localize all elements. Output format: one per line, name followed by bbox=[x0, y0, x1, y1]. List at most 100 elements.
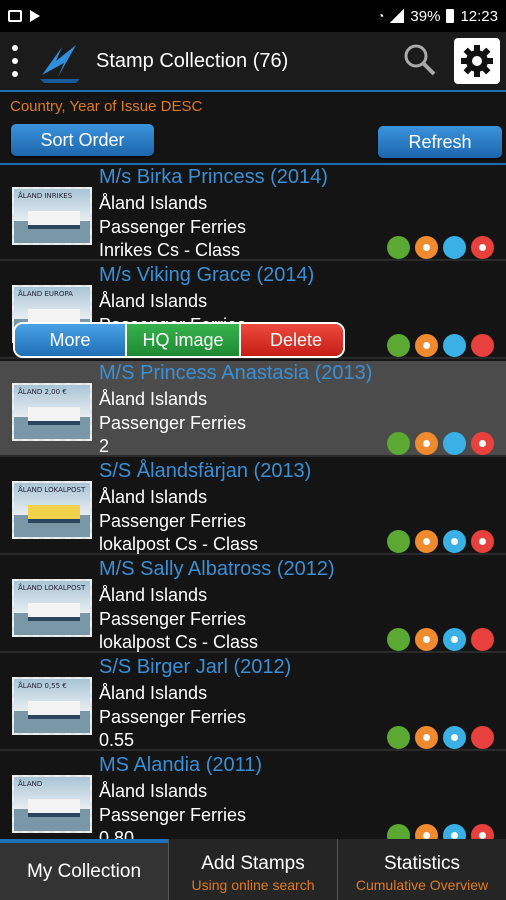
stamp-title: MS Alandia (2011) bbox=[99, 754, 263, 776]
missing-status-icon[interactable] bbox=[471, 628, 494, 651]
stamp-topic: Passenger Ferries bbox=[99, 217, 247, 237]
app-logo bbox=[40, 45, 80, 83]
app-bar: Stamp Collection (76) bbox=[0, 32, 506, 90]
stamp-thumbnail[interactable]: ÅLAND LOKALPOST bbox=[12, 579, 92, 637]
stamp-country: Åland Islands bbox=[99, 487, 208, 507]
status-dots bbox=[387, 334, 494, 357]
tab-subtitle: Using online search bbox=[191, 877, 315, 893]
gear-icon bbox=[461, 45, 493, 77]
sort-description: Country, Year of Issue DESC bbox=[10, 98, 203, 115]
tab-label: Add Stamps bbox=[201, 853, 305, 874]
delete-button[interactable]: Delete bbox=[241, 324, 343, 356]
tab-label: Statistics bbox=[383, 853, 461, 874]
stamp-country: Åland Islands bbox=[99, 193, 208, 213]
missing-status-icon[interactable] bbox=[471, 432, 494, 455]
stamp-topic: Passenger Ferries bbox=[99, 609, 247, 629]
play-store-icon bbox=[30, 10, 40, 22]
duplicate-status-icon[interactable] bbox=[443, 236, 466, 259]
duplicate-status-icon[interactable] bbox=[443, 824, 466, 839]
duplicate-status-icon[interactable] bbox=[443, 432, 466, 455]
stamp-country: Åland Islands bbox=[99, 585, 208, 605]
wanted-status-icon[interactable] bbox=[415, 236, 438, 259]
missing-status-icon[interactable] bbox=[471, 334, 494, 357]
missing-status-icon[interactable] bbox=[471, 236, 494, 259]
hq-image-button[interactable]: HQ image bbox=[125, 324, 241, 356]
stamp-title: M/S Princess Anastasia (2013) bbox=[99, 362, 373, 384]
status-dots bbox=[387, 236, 494, 259]
search-icon[interactable] bbox=[402, 42, 438, 78]
stamp-detail: 2 bbox=[99, 436, 110, 456]
duplicate-status-icon[interactable] bbox=[443, 334, 466, 357]
stamp-country: Åland Islands bbox=[99, 683, 208, 703]
stamp-country: Åland Islands bbox=[99, 291, 208, 311]
more-button[interactable]: More bbox=[15, 324, 125, 356]
clock: 12:23 bbox=[460, 7, 498, 25]
duplicate-status-icon[interactable] bbox=[443, 530, 466, 553]
tab-subtitle: Cumulative Overview bbox=[355, 877, 489, 893]
signal-icon bbox=[390, 9, 405, 23]
stamp-thumbnail[interactable]: ÅLAND 0,55 € bbox=[12, 677, 92, 735]
tab-add-stamps[interactable]: Add Stamps Using online search bbox=[169, 839, 338, 900]
missing-status-icon[interactable] bbox=[471, 530, 494, 553]
stamp-detail: 0.55 bbox=[99, 730, 135, 750]
stamp-detail: lokalpost Cs - Class bbox=[99, 534, 259, 554]
tab-label: My Collection bbox=[26, 861, 142, 882]
stamp-thumbnail[interactable]: ÅLAND 2,00 € bbox=[12, 383, 92, 441]
wanted-status-icon[interactable] bbox=[415, 432, 438, 455]
list-item-selected[interactable]: ÅLAND 2,00 € M/S Princess Anastasia (201… bbox=[0, 361, 506, 457]
wanted-status-icon[interactable] bbox=[415, 824, 438, 839]
status-dots bbox=[387, 726, 494, 749]
status-bar: ◔ 39% 12:23 bbox=[0, 0, 506, 32]
stamp-country: Åland Islands bbox=[99, 781, 208, 801]
battery-percent: 39% bbox=[410, 7, 441, 25]
tab-my-collection[interactable]: My Collection bbox=[0, 839, 169, 900]
stamp-topic: Passenger Ferries bbox=[99, 805, 247, 825]
status-dots bbox=[387, 530, 494, 553]
divider bbox=[0, 90, 506, 92]
stamp-title: M/S Sally Albatross (2012) bbox=[99, 558, 335, 580]
owned-status-icon[interactable] bbox=[387, 334, 410, 357]
stamp-country: Åland Islands bbox=[99, 389, 208, 409]
overflow-menu-icon[interactable] bbox=[8, 42, 22, 80]
owned-status-icon[interactable] bbox=[387, 432, 410, 455]
refresh-button[interactable]: Refresh bbox=[378, 126, 502, 158]
wanted-status-icon[interactable] bbox=[415, 628, 438, 651]
stamp-topic: Passenger Ferries bbox=[99, 511, 247, 531]
list-item[interactable]: ÅLAND INRIKES M/s Birka Princess (2014) … bbox=[0, 165, 506, 261]
stamp-detail: Inrikes Cs - Class bbox=[99, 240, 241, 260]
stamp-list[interactable]: ÅLAND INRIKES M/s Birka Princess (2014) … bbox=[0, 165, 506, 839]
stamp-thumbnail[interactable]: ÅLAND bbox=[12, 775, 92, 833]
list-item[interactable]: ÅLAND 0,55 € S/S Birger Jarl (2012) Ålan… bbox=[0, 655, 506, 751]
wanted-status-icon[interactable] bbox=[415, 726, 438, 749]
wanted-status-icon[interactable] bbox=[415, 334, 438, 357]
stamp-thumbnail[interactable]: ÅLAND LOKALPOST bbox=[12, 481, 92, 539]
list-item[interactable]: ÅLAND MS Alandia (2011) Åland Islands Pa… bbox=[0, 753, 506, 839]
settings-button[interactable] bbox=[454, 38, 500, 84]
owned-status-icon[interactable] bbox=[387, 628, 410, 651]
list-item[interactable]: ÅLAND LOKALPOST M/S Sally Albatross (201… bbox=[0, 557, 506, 653]
stamp-title: S/S Ålandsfärjan (2013) bbox=[99, 460, 312, 482]
stamp-thumbnail[interactable]: ÅLAND INRIKES bbox=[12, 187, 92, 245]
wanted-status-icon[interactable] bbox=[415, 530, 438, 553]
missing-status-icon[interactable] bbox=[471, 726, 494, 749]
owned-status-icon[interactable] bbox=[387, 236, 410, 259]
sort-order-button[interactable]: Sort Order bbox=[11, 124, 154, 156]
stamp-detail: 0.80 bbox=[99, 828, 135, 839]
tab-statistics[interactable]: Statistics Cumulative Overview bbox=[338, 839, 506, 900]
duplicate-status-icon[interactable] bbox=[443, 726, 466, 749]
owned-status-icon[interactable] bbox=[387, 824, 410, 839]
gallery-icon bbox=[8, 10, 22, 22]
stamp-title: S/S Birger Jarl (2012) bbox=[99, 656, 292, 678]
duplicate-status-icon[interactable] bbox=[443, 628, 466, 651]
battery-icon bbox=[446, 9, 455, 23]
list-item[interactable]: ÅLAND LOKALPOST S/S Ålandsfärjan (2013) … bbox=[0, 459, 506, 555]
bottom-tab-bar: My Collection Add Stamps Using online se… bbox=[0, 839, 506, 900]
owned-status-icon[interactable] bbox=[387, 726, 410, 749]
stamp-topic: Passenger Ferries bbox=[99, 413, 247, 433]
stamp-topic: Passenger Ferries bbox=[99, 707, 247, 727]
owned-status-icon[interactable] bbox=[387, 530, 410, 553]
stamp-title: M/s Viking Grace (2014) bbox=[99, 264, 315, 286]
stamp-detail: lokalpost Cs - Class bbox=[99, 632, 259, 652]
missing-status-icon[interactable] bbox=[471, 824, 494, 839]
wifi-icon: ◔ bbox=[377, 9, 385, 23]
